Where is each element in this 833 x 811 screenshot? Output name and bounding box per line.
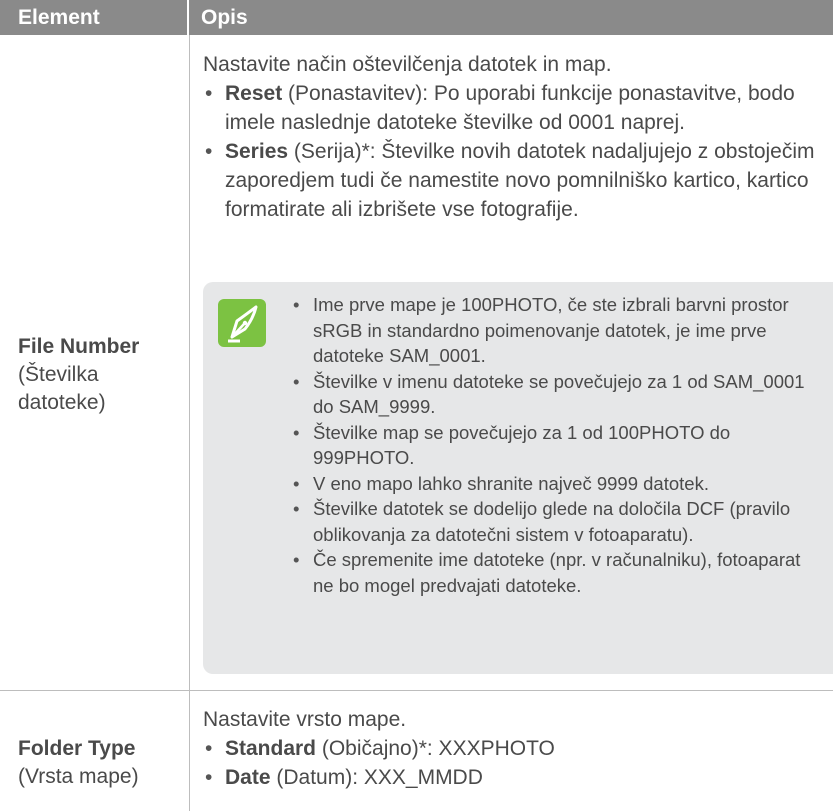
option-term: Standard	[225, 737, 317, 760]
option-text: (Serija)*: Številke novih datotek nadalj…	[225, 140, 815, 221]
row-content-file-number: Nastavite način oštevilčenja datotek in …	[203, 50, 829, 224]
option-text: (Ponastavitev): Po uporabi funkcije pona…	[225, 82, 795, 134]
row-label-subtitle: (Vrsta mape)	[18, 765, 139, 788]
row-label-title: Folder Type	[18, 737, 136, 760]
option-term: Series	[225, 140, 289, 163]
settings-table: Element Opis File Number (Številka datot…	[0, 0, 833, 811]
row-label-file-number: File Number (Številka datoteke)	[18, 333, 183, 417]
note-item: Če spremenite ime datoteke (npr. v račun…	[291, 547, 811, 598]
row-label-subtitle: (Številka datoteke)	[18, 363, 106, 414]
note-box: Ime prve mape je 100PHOTO, če ste izbral…	[203, 282, 833, 674]
note-item: Ime prve mape je 100PHOTO, če ste izbral…	[291, 292, 811, 369]
row-intro: Nastavite način oštevilčenja datotek in …	[203, 53, 612, 76]
option-text: (Običajno)*: XXXPHOTO	[316, 737, 555, 760]
option-term: Date	[225, 766, 271, 789]
option-list: Reset (Ponastavitev): Po uporabi funkcij…	[203, 79, 829, 224]
option-term: Reset	[225, 82, 283, 105]
list-item: Date (Datum): XXX_MMDD	[203, 763, 829, 792]
note-item: Številke v imenu datoteke se povečujejo …	[291, 369, 811, 420]
list-item: Series (Serija)*: Številke novih datotek…	[203, 137, 829, 224]
note-item: V eno mapo lahko shranite največ 9999 da…	[291, 471, 811, 497]
option-text: (Datum): XXX_MMDD	[270, 766, 483, 789]
column-divider	[189, 35, 190, 811]
note-item: Številke datotek se dodelijo glede na do…	[291, 496, 811, 547]
row-content-folder-type: Nastavite vrsto mape. Standard (Običajno…	[203, 705, 829, 792]
row-intro: Nastavite vrsto mape.	[203, 708, 407, 731]
note-list: Ime prve mape je 100PHOTO, če ste izbral…	[291, 292, 811, 598]
pen-nib-icon	[218, 299, 266, 347]
row-label-title: File Number	[18, 335, 140, 358]
list-item: Standard (Običajno)*: XXXPHOTO	[203, 734, 829, 763]
header-description: Opis	[201, 6, 248, 29]
option-list: Standard (Običajno)*: XXXPHOTO Date (Dat…	[203, 734, 829, 792]
row-label-folder-type: Folder Type (Vrsta mape)	[18, 735, 183, 791]
table-header: Element Opis	[0, 0, 833, 35]
row-divider	[0, 690, 833, 691]
header-element: Element	[18, 6, 100, 29]
note-item: Številke map se povečujejo za 1 od 100PH…	[291, 420, 811, 471]
list-item: Reset (Ponastavitev): Po uporabi funkcij…	[203, 79, 829, 137]
